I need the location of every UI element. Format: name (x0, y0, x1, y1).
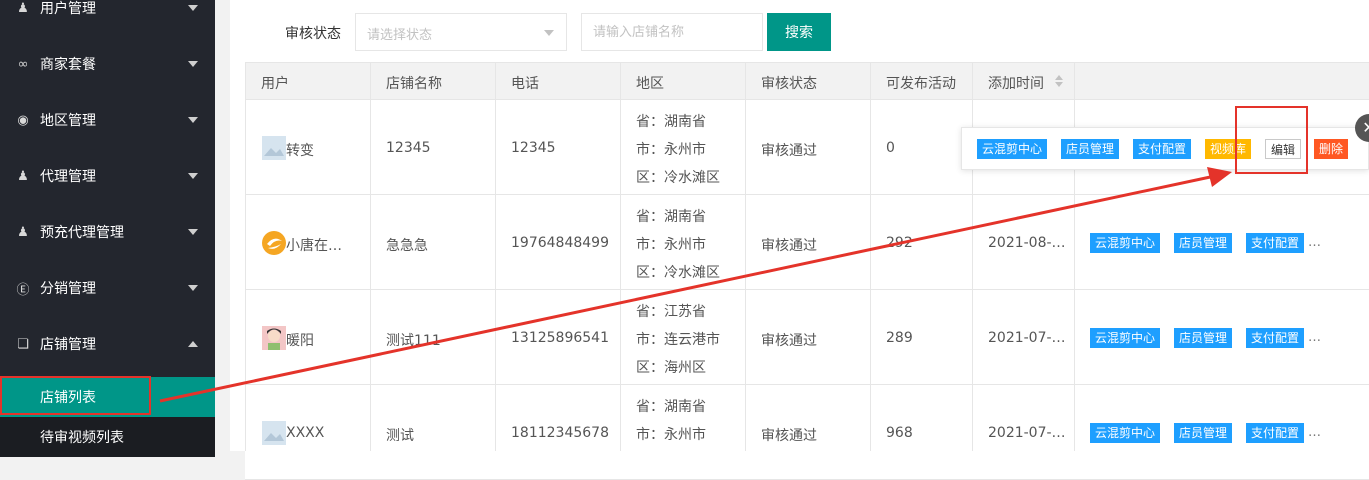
annotation-arrow (159, 167, 1232, 403)
